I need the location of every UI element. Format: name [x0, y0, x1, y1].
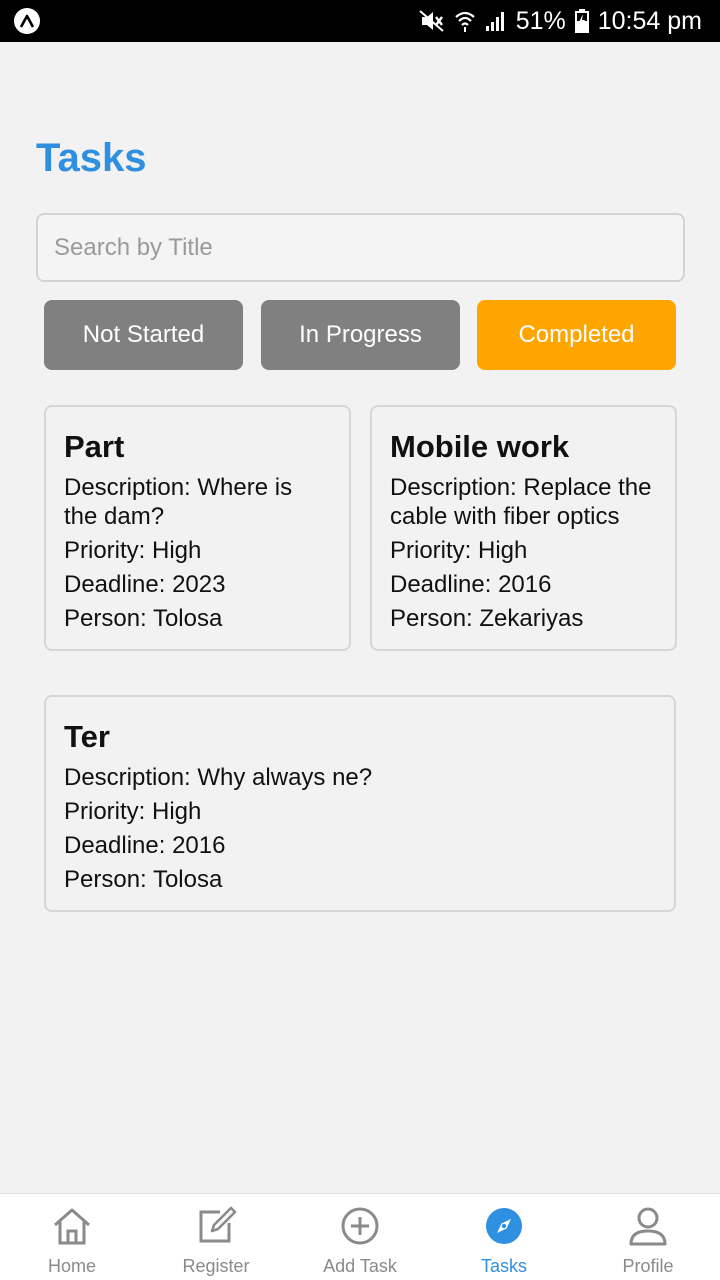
home-icon — [54, 1208, 90, 1245]
filter-in-progress-button[interactable]: In Progress — [261, 300, 460, 370]
compass-icon — [486, 1208, 522, 1244]
task-priority: Priority: High — [64, 798, 202, 825]
battery-icon — [574, 9, 589, 33]
task-person: Person: Tolosa — [64, 605, 223, 632]
status-bar: 51% 10:54 pm — [0, 0, 720, 42]
add-circle-icon — [341, 1207, 379, 1245]
clock: 10:54 pm — [597, 6, 702, 35]
edit-icon — [199, 1206, 237, 1243]
status-left — [14, 8, 40, 34]
task-card-mobile-work[interactable]: Mobile work Description: Replace the cab… — [370, 405, 677, 651]
status-right: 51% 10:54 pm — [419, 7, 702, 36]
filter-not-started-button[interactable]: Not Started — [44, 300, 243, 370]
mute-icon — [419, 9, 445, 33]
nav-profile[interactable]: Profile — [576, 1194, 720, 1280]
task-priority: Priority: High — [390, 537, 528, 564]
nav-add-task[interactable]: Add Task — [288, 1194, 432, 1280]
task-description: Description: Why always ne? — [64, 764, 373, 791]
nav-label: Profile — [622, 1256, 674, 1276]
task-card-part[interactable]: Part Description: Where is the dam? Prio… — [44, 405, 351, 651]
task-deadline: Deadline: 2023 — [64, 571, 226, 598]
task-description: Description: Where is the dam? — [64, 474, 293, 530]
battery-percent: 51% — [515, 6, 566, 35]
expo-logo-icon — [14, 8, 40, 34]
nav-label: Tasks — [480, 1256, 527, 1276]
nav-label: Register — [182, 1256, 250, 1276]
task-card-ter[interactable]: Ter Description: Why always ne? Priority… — [44, 695, 676, 912]
nav-tasks[interactable]: Tasks — [432, 1194, 576, 1280]
nav-label: Home — [47, 1256, 96, 1276]
search-input[interactable] — [36, 213, 685, 282]
task-person: Person: Zekariyas — [390, 605, 584, 632]
task-title: Ter — [64, 719, 110, 754]
wifi-icon — [454, 9, 476, 33]
page-title: Tasks — [36, 136, 147, 180]
task-deadline: Deadline: 2016 — [390, 571, 552, 598]
task-deadline: Deadline: 2016 — [64, 832, 226, 859]
signal-icon — [485, 10, 507, 32]
task-priority: Priority: High — [64, 537, 202, 564]
nav-home[interactable]: Home — [0, 1194, 144, 1280]
task-description: Description: Replace the cable with fibe… — [390, 474, 652, 530]
task-title: Mobile work — [390, 429, 570, 464]
task-person: Person: Tolosa — [64, 866, 223, 893]
task-title: Part — [64, 429, 125, 464]
filter-completed-button[interactable]: Completed — [477, 300, 676, 370]
bottom-nav: Home Register Add Task Tasks Profile — [0, 1193, 720, 1280]
person-icon — [629, 1207, 667, 1246]
nav-register[interactable]: Register — [144, 1194, 288, 1280]
nav-label: Add Task — [323, 1256, 397, 1276]
